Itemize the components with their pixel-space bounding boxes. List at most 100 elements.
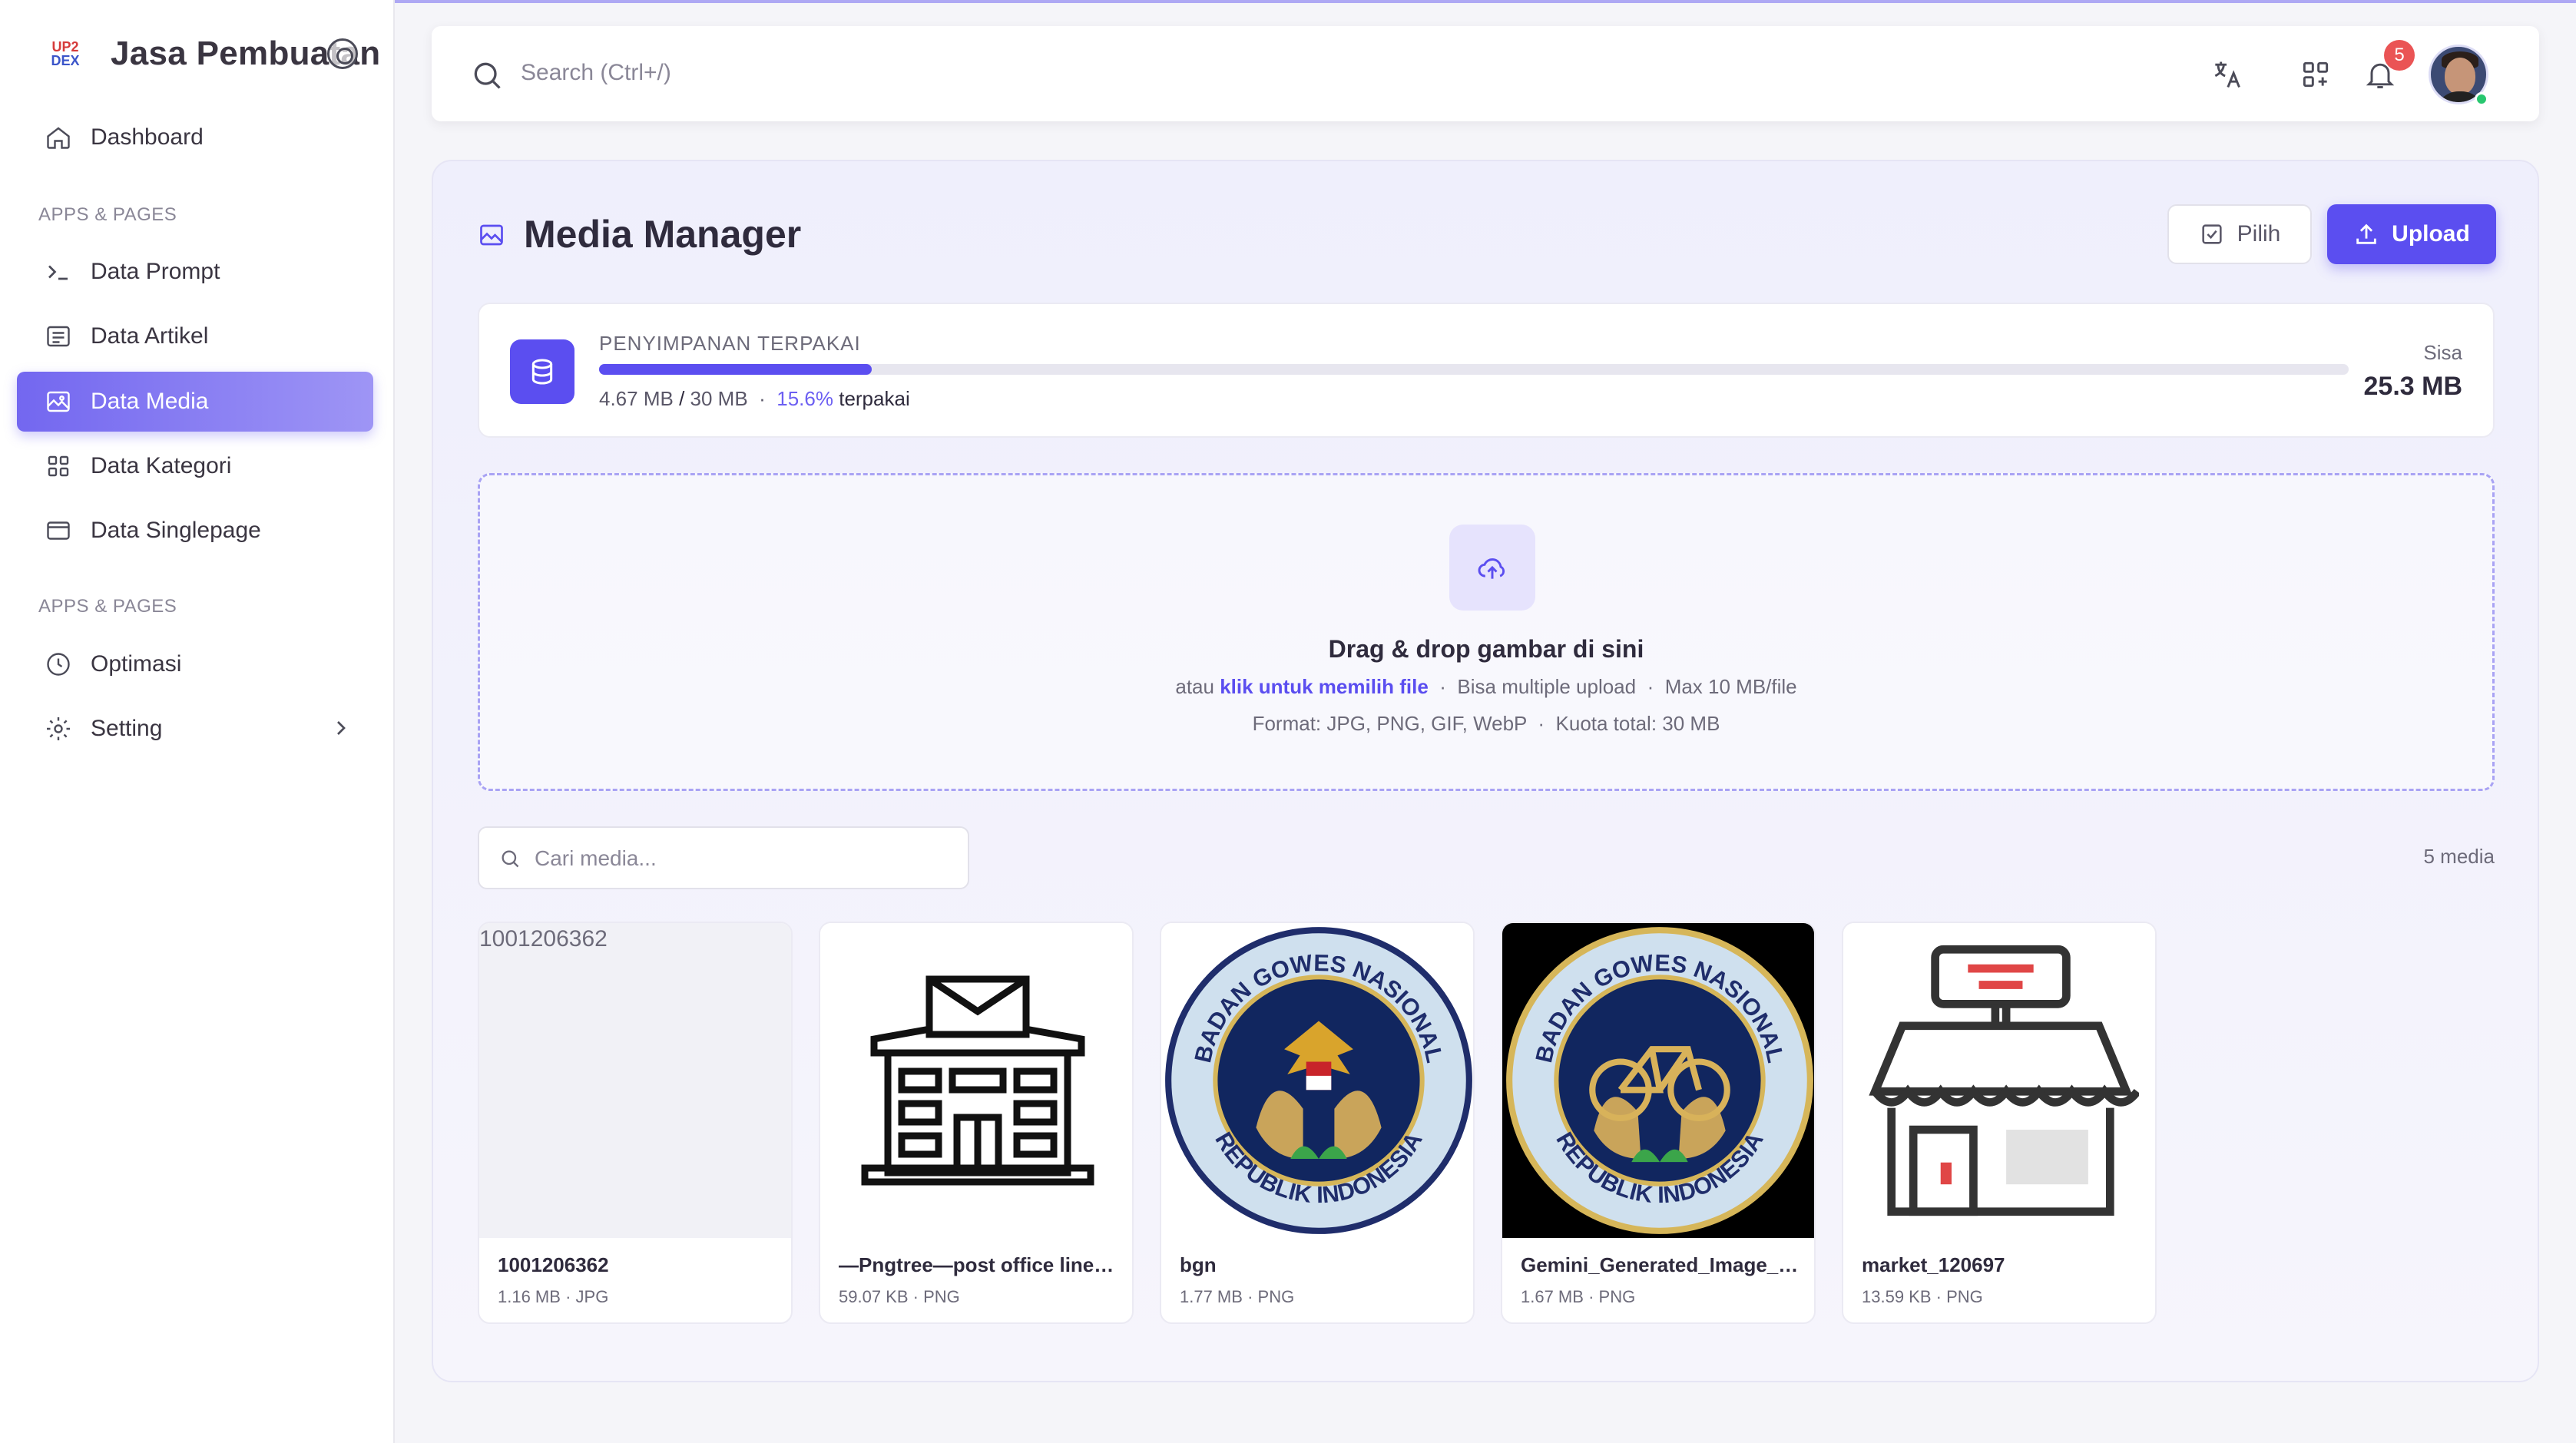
search-icon[interactable] bbox=[470, 58, 504, 96]
grid-icon bbox=[43, 451, 74, 482]
media-meta-separator: · bbox=[912, 1287, 919, 1306]
media-meta: 1.77 MB · PNG bbox=[1180, 1287, 1294, 1307]
brand-logo: UP2 DEX bbox=[46, 35, 84, 73]
media-name: bgn bbox=[1180, 1253, 1217, 1276]
media-size: 1.77 MB bbox=[1180, 1287, 1243, 1306]
media-thumbnail: BADAN GOWES NASIONAL REPUBLIK INDONESIA bbox=[1502, 923, 1814, 1238]
dropzone-format-list: Format: JPG, PNG, GIF, WebP bbox=[1252, 712, 1527, 735]
media-card[interactable]: —Pngtree—post office line i... 59.07 KB … bbox=[819, 922, 1134, 1324]
media-thumbnail bbox=[1843, 923, 2155, 1238]
brand-logo-bottom: DEX bbox=[51, 53, 80, 68]
media-card[interactable]: 1001206362 1001206362 1.16 MB · JPG bbox=[478, 922, 793, 1324]
media-card[interactable]: market_120697 13.59 KB · PNG bbox=[1842, 922, 2157, 1324]
dropzone-formats: Format: JPG, PNG, GIF, WebP · Kuota tota… bbox=[1252, 712, 1720, 735]
image-icon bbox=[478, 221, 505, 253]
badan-gowes-logo: BADAN GOWES NASIONAL REPUBLIK INDONESIA bbox=[1165, 927, 1472, 1234]
media-thumbnail: 1001206362 bbox=[479, 923, 791, 1238]
dropzone-title: Drag & drop gambar di sini bbox=[1328, 635, 1644, 663]
broken-image-alt: 1001206362 bbox=[479, 926, 608, 952]
media-card[interactable]: BADAN GOWES NASIONAL REPUBLIK INDONESIA … bbox=[1160, 922, 1475, 1324]
media-type: PNG bbox=[1598, 1287, 1636, 1306]
sidebar-item-data-artikel[interactable]: Data Artikel bbox=[17, 306, 373, 366]
media-type: PNG bbox=[923, 1287, 960, 1306]
sidebar-toggle-icon[interactable] bbox=[327, 38, 358, 69]
page-title: Media Manager bbox=[524, 213, 802, 256]
window-icon bbox=[43, 515, 74, 546]
sidebar-item-label: Data Prompt bbox=[91, 259, 220, 284]
translate-icon[interactable] bbox=[2209, 57, 2244, 92]
dropzone-max: Max 10 MB/file bbox=[1664, 675, 1797, 698]
sidebar-item-label: Data Artikel bbox=[91, 323, 209, 349]
media-search-input[interactable]: Cari media... bbox=[478, 826, 969, 889]
checkbox-icon bbox=[2199, 221, 2225, 247]
sidebar-section-title: APPS & PAGES bbox=[38, 204, 177, 225]
upload-button[interactable]: Upload bbox=[2327, 204, 2496, 264]
sidebar-item-label: Data Singlepage bbox=[91, 518, 261, 543]
media-search-placeholder: Cari media... bbox=[535, 846, 657, 870]
sidebar-item-label: Dashboard bbox=[91, 124, 204, 150]
media-meta: 59.07 KB · PNG bbox=[839, 1287, 960, 1307]
sidebar-item-setting[interactable]: Setting bbox=[17, 699, 373, 759]
storage-progress-track bbox=[599, 364, 2349, 375]
media-meta-separator: · bbox=[1588, 1287, 1594, 1306]
remaining-label: Sisa bbox=[2423, 341, 2462, 364]
sidebar-item-data-singlepage[interactable]: Data Singlepage bbox=[17, 501, 373, 561]
dropzone-multi: Bisa multiple upload bbox=[1457, 675, 1637, 698]
storage-usage-panel: PENYIMPANAN TERPAKAI 4.67 MB / 30 MB · 1… bbox=[478, 303, 2495, 438]
sidebar-item-label: Setting bbox=[91, 716, 163, 741]
post-office-icon bbox=[861, 975, 1094, 1186]
global-search-input[interactable]: Search (Ctrl+/) bbox=[521, 60, 671, 86]
storage-detail: 4.67 MB / 30 MB · 15.6% terpakai bbox=[599, 387, 910, 410]
article-icon bbox=[43, 321, 74, 352]
apps-grid-icon[interactable] bbox=[2298, 57, 2333, 92]
home-icon bbox=[43, 122, 74, 153]
upload-dropzone[interactable]: Drag & drop gambar di sini atau klik unt… bbox=[478, 473, 2495, 791]
sidebar-item-data-prompt[interactable]: Data Prompt bbox=[17, 242, 373, 302]
online-status-dot bbox=[2475, 92, 2488, 106]
media-meta: 1.67 MB · PNG bbox=[1521, 1287, 1635, 1307]
database-icon bbox=[510, 339, 574, 404]
sidebar: UP2 DEX Jasa Pembuatan Dashboard APPS & … bbox=[0, 0, 395, 1443]
media-size: 13.59 KB bbox=[1862, 1287, 1932, 1306]
media-meta: 1.16 MB · JPG bbox=[498, 1287, 608, 1307]
media-meta-separator: · bbox=[1247, 1287, 1253, 1306]
media-meta-separator: · bbox=[1935, 1287, 1942, 1306]
media-name: market_120697 bbox=[1862, 1253, 2005, 1276]
choose-file-link[interactable]: klik untuk memilih file bbox=[1220, 675, 1429, 698]
storage-used-suffix: terpakai bbox=[839, 387, 910, 410]
media-thumbnail bbox=[820, 923, 1132, 1238]
media-size: 59.07 KB bbox=[839, 1287, 909, 1306]
sidebar-item-label: Data Kategori bbox=[91, 453, 232, 478]
badan-gowes-bike-logo: BADAN GOWES NASIONAL REPUBLIK INDONESIA bbox=[1506, 927, 1813, 1234]
media-count: 5 media bbox=[2423, 845, 2495, 868]
media-size: 1.16 MB bbox=[498, 1287, 561, 1306]
sidebar-item-optimasi[interactable]: Optimasi bbox=[17, 634, 373, 694]
media-type: PNG bbox=[1946, 1287, 1983, 1306]
media-card[interactable]: BADAN GOWES NASIONAL REPUBLIK INDONESIA … bbox=[1501, 922, 1816, 1324]
image-icon bbox=[43, 386, 74, 417]
dropzone-quota: Kuota total: 30 MB bbox=[1555, 712, 1720, 735]
upload-icon bbox=[2353, 221, 2379, 247]
sidebar-item-label: Optimasi bbox=[91, 651, 182, 677]
top-navbar: Search (Ctrl+/) 5 bbox=[432, 26, 2539, 121]
sidebar-item-data-kategori[interactable]: Data Kategori bbox=[17, 436, 373, 496]
avatar-face bbox=[2445, 58, 2475, 94]
sidebar-item-dashboard[interactable]: Dashboard bbox=[17, 108, 373, 167]
media-thumbnail: BADAN GOWES NASIONAL REPUBLIK INDONESIA bbox=[1161, 923, 1473, 1238]
media-type: JPG bbox=[575, 1287, 609, 1306]
cloud-upload-icon bbox=[1449, 525, 1535, 611]
sidebar-item-label: Data Media bbox=[91, 389, 209, 414]
gear-icon bbox=[43, 713, 74, 744]
dropzone-or: atau bbox=[1175, 675, 1214, 698]
media-manager-card: Media Manager Pilih Upload PENYIMPANAN T… bbox=[432, 160, 2539, 1382]
sidebar-section-title: APPS & PAGES bbox=[38, 596, 177, 617]
remaining-value: 25.3 MB bbox=[2363, 372, 2463, 401]
media-name: 1001206362 bbox=[498, 1253, 609, 1276]
notification-badge: 5 bbox=[2384, 40, 2415, 71]
storage-total: 30 MB bbox=[690, 387, 748, 410]
sidebar-item-data-media[interactable]: Data Media bbox=[17, 372, 373, 432]
pilih-button[interactable]: Pilih bbox=[2167, 204, 2312, 264]
market-store-icon bbox=[1869, 945, 2139, 1216]
storage-used: 4.67 MB bbox=[599, 387, 674, 410]
media-meta-separator: · bbox=[565, 1287, 571, 1306]
